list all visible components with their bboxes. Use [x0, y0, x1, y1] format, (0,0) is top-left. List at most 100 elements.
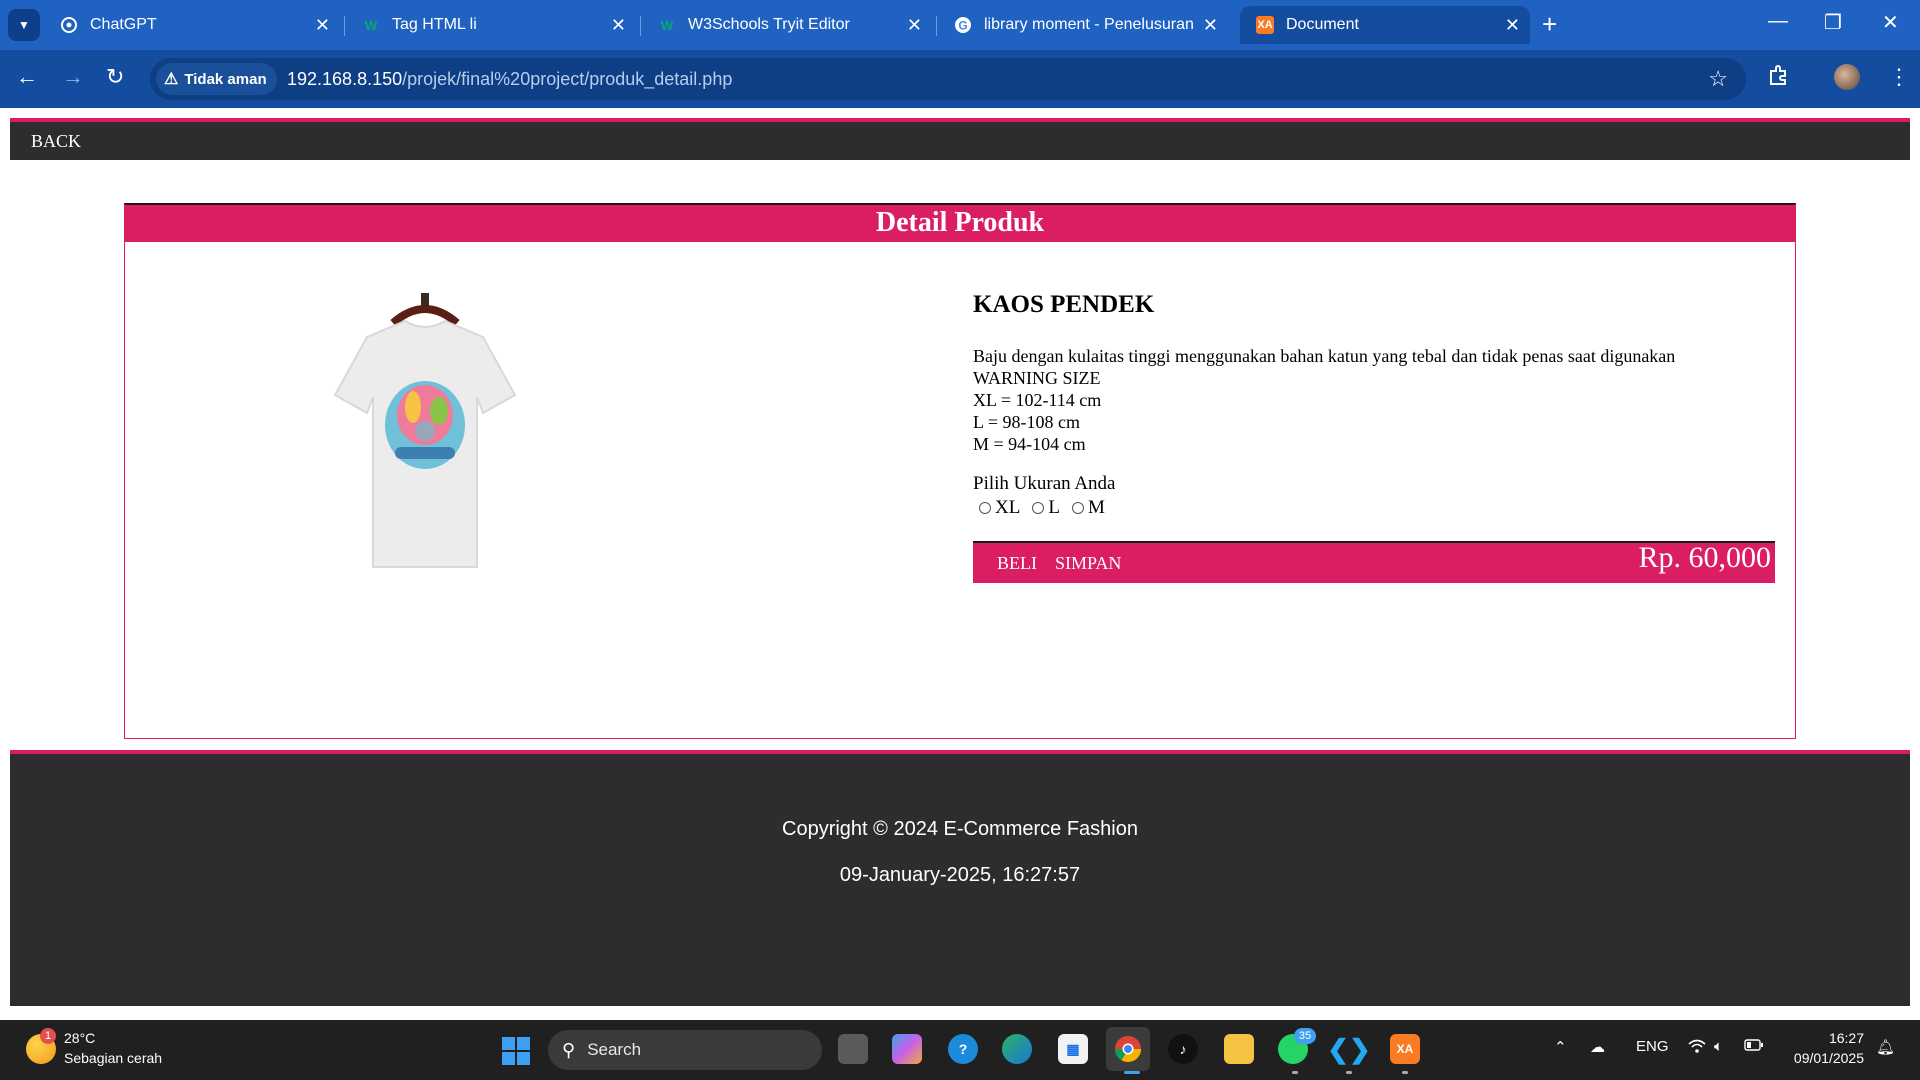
reload-icon[interactable]: ↻: [106, 64, 124, 90]
product-description: Baju dengan kulaitas tinggi menggunakan …: [973, 346, 1676, 366]
back-link[interactable]: BACK: [31, 131, 81, 152]
tab-separator: [344, 16, 345, 36]
save-button[interactable]: SIMPAN: [1055, 553, 1121, 574]
url-text[interactable]: 192.168.8.150/projek/final%20project/pro…: [287, 69, 732, 90]
onedrive-cloud-icon[interactable]: ☁: [1590, 1038, 1605, 1056]
url-host: 192.168.8.150: [287, 69, 403, 89]
search-placeholder: Search: [587, 1040, 642, 1059]
taskbar-search[interactable]: ⚲ Search: [548, 1030, 822, 1070]
tab-separator: [640, 16, 641, 36]
size-option-label: L: [1048, 497, 1060, 518]
product-name: KAOS PENDEK: [973, 291, 1155, 318]
security-label: Tidak aman: [184, 70, 267, 88]
notification-bell-icon[interactable]: 🔔︎: [1876, 1038, 1895, 1056]
profile-avatar[interactable]: [1834, 64, 1860, 90]
tab-google-search[interactable]: G library moment - Penelusuran G ✕: [938, 6, 1228, 44]
browser-toolbar: ← → ↻ ⚠ Tidak aman 192.168.8.150/projek/…: [0, 50, 1920, 108]
radio-l[interactable]: [1032, 502, 1045, 514]
size-option-l[interactable]: L: [1026, 497, 1060, 519]
new-tab-icon[interactable]: +: [1542, 10, 1557, 38]
weather-condition[interactable]: Sebagian cerah: [64, 1050, 162, 1066]
size-option-m[interactable]: M: [1066, 497, 1105, 519]
product-detail-card: Detail Produk KAOS PENDEK Baju dengan ku…: [124, 203, 1796, 739]
warning-icon: ⚠: [164, 71, 179, 88]
store-icon[interactable]: ▦: [1058, 1034, 1088, 1064]
xampp-taskbar-icon[interactable]: XA: [1390, 1034, 1420, 1064]
whatsapp-badge: 35: [1294, 1028, 1316, 1044]
footer-datetime: 09-January-2025, 16:27:57: [839, 864, 1081, 886]
close-tab-icon[interactable]: ✕: [1505, 15, 1520, 36]
tab-document[interactable]: XA Document ✕: [1240, 6, 1530, 44]
weather-badge: 1: [40, 1028, 56, 1044]
taskbar: 1 28°C Sebagian cerah ⚲ Search ? ▦ ♪ 35 …: [0, 1020, 1920, 1080]
app-running-indicator: [1402, 1071, 1408, 1074]
browser-tab-bar: ▼ ChatGPT ✕ W Tag HTML li ✕ W W3Schools …: [0, 0, 1920, 50]
size-radio-group: XL L M: [973, 497, 1773, 519]
restore-icon[interactable]: ❐: [1824, 10, 1842, 35]
windows-start-icon[interactable]: [502, 1037, 530, 1065]
footer-copyright: Copyright © 2024 E-Commerce Fashion: [782, 818, 1138, 840]
size-guide-line: WARNING SIZE: [973, 368, 1101, 388]
product-price: Rp. 60,000: [1638, 541, 1771, 574]
buy-button[interactable]: BELI: [997, 553, 1037, 574]
size-option-label: XL: [995, 497, 1021, 518]
app-running-indicator: [1292, 1071, 1298, 1074]
edge-icon[interactable]: [1002, 1034, 1032, 1064]
get-help-icon[interactable]: ?: [948, 1034, 978, 1064]
tab-search-button[interactable]: ▼: [8, 9, 40, 41]
tab-title: library moment - Penelusuran G: [984, 16, 1194, 33]
close-tab-icon[interactable]: ✕: [611, 15, 626, 36]
extensions-icon[interactable]: [1768, 64, 1790, 92]
language-indicator[interactable]: ENG: [1636, 1038, 1669, 1055]
tab-w3schools-tryit[interactable]: W W3Schools Tryit Editor ✕: [642, 6, 932, 44]
wifi-icon[interactable]: [1688, 1038, 1706, 1058]
forward-arrow-icon[interactable]: →: [62, 64, 84, 90]
menu-kebab-icon[interactable]: ⋮: [1888, 64, 1910, 90]
page-footer: Copyright © 2024 E-Commerce Fashion 09-J…: [10, 750, 1910, 1006]
top-nav-bar: BACK: [10, 118, 1910, 160]
security-indicator[interactable]: ⚠ Tidak aman: [156, 63, 277, 95]
tab-chatgpt[interactable]: ChatGPT ✕: [44, 6, 340, 44]
back-arrow-icon[interactable]: ←: [16, 64, 38, 90]
card-title: Detail Produk: [125, 205, 1795, 242]
size-option-label: M: [1087, 497, 1105, 518]
tab-tag-html-li[interactable]: W Tag HTML li ✕: [346, 6, 636, 44]
close-tab-icon[interactable]: ✕: [907, 15, 922, 36]
tab-separator: [936, 16, 937, 36]
address-bar[interactable]: ⚠ Tidak aman 192.168.8.150/projek/final%…: [150, 58, 1746, 100]
taskbar-clock[interactable]: 16:27: [1784, 1030, 1864, 1046]
task-view-icon[interactable]: [838, 1034, 868, 1064]
size-option-xl[interactable]: XL: [973, 497, 1020, 519]
size-guide-line: XL = 102-114 cm: [973, 390, 1102, 410]
taskbar-date[interactable]: 09/01/2025: [1784, 1050, 1864, 1066]
minimize-icon[interactable]: —: [1768, 10, 1788, 33]
tiktok-icon[interactable]: ♪: [1168, 1034, 1198, 1064]
weather-temperature[interactable]: 28°C: [64, 1030, 95, 1046]
close-tab-icon[interactable]: ✕: [1203, 15, 1218, 36]
tab-title: Document: [1286, 16, 1359, 33]
file-explorer-icon[interactable]: [1224, 1034, 1254, 1064]
radio-xl[interactable]: [979, 502, 991, 514]
tab-title: ChatGPT: [90, 16, 157, 33]
app-running-indicator: [1346, 1071, 1352, 1074]
battery-icon[interactable]: [1744, 1038, 1764, 1056]
chatgpt-icon: [60, 16, 78, 34]
size-guide-line: L = 98-108 cm: [973, 412, 1080, 432]
product-description-block: Baju dengan kulaitas tinggi menggunakan …: [973, 345, 1773, 455]
product-info: KAOS PENDEK Baju dengan kulaitas tinggi …: [973, 291, 1775, 583]
bookmark-star-icon[interactable]: ☆: [1708, 66, 1728, 92]
volume-icon[interactable]: 🔈︎: [1714, 1038, 1723, 1055]
tab-title: W3Schools Tryit Editor: [688, 16, 850, 33]
show-hidden-icons-chevron-icon[interactable]: ⌃: [1554, 1038, 1567, 1056]
radio-m[interactable]: [1071, 502, 1084, 514]
tab-title: Tag HTML li: [392, 16, 477, 33]
purchase-bar: BELI SIMPAN Rp. 60,000: [973, 541, 1775, 583]
vscode-icon[interactable]: ❮❯: [1327, 1034, 1371, 1064]
close-window-icon[interactable]: ✕: [1882, 10, 1899, 35]
chrome-taskbar-icon[interactable]: [1106, 1027, 1150, 1071]
active-app-indicator: [1124, 1071, 1140, 1074]
xampp-icon: XA: [1256, 16, 1274, 34]
url-path: /projek/final%20project/produk_detail.ph…: [402, 69, 733, 89]
close-tab-icon[interactable]: ✕: [315, 15, 330, 36]
copilot-icon[interactable]: [892, 1034, 922, 1064]
